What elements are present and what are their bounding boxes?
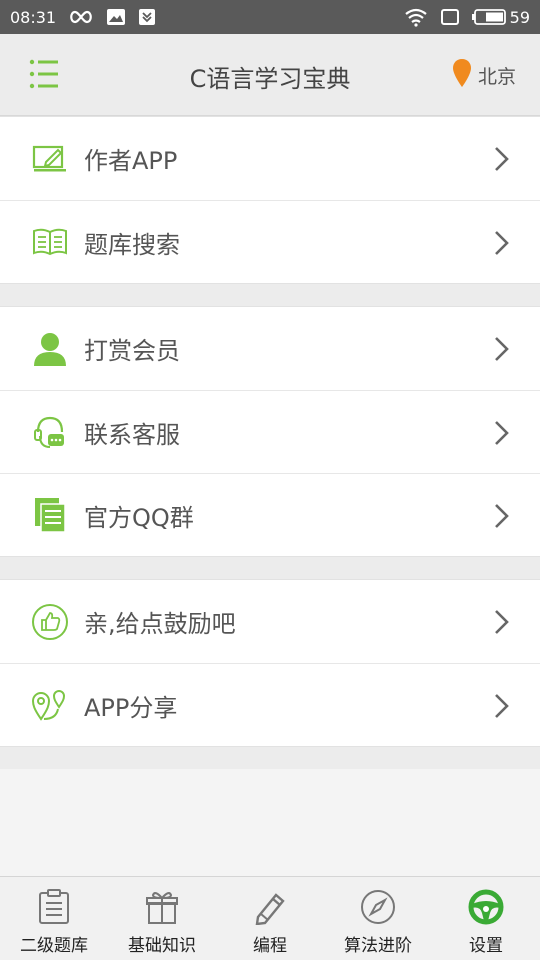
chevron-right-icon bbox=[492, 608, 512, 636]
shield-notification-icon bbox=[138, 8, 156, 26]
menu-item-label: APP分享 bbox=[84, 693, 178, 722]
chevron-right-icon bbox=[492, 502, 512, 530]
tab-settings[interactable]: 设置 bbox=[432, 877, 540, 960]
section-divider bbox=[0, 557, 540, 579]
wifi-icon bbox=[404, 7, 428, 27]
tab-level2-questions[interactable]: 二级题库 bbox=[0, 877, 108, 960]
app-header: C语言学习宝典 北京 bbox=[0, 34, 540, 116]
section-divider bbox=[0, 284, 540, 306]
menu-group-2: 打赏会员 联系客服 官方QQ群 bbox=[0, 306, 540, 557]
tab-label: 编程 bbox=[253, 936, 287, 956]
compass-icon bbox=[358, 887, 398, 927]
tab-basics[interactable]: 基础知识 bbox=[108, 877, 216, 960]
user-icon bbox=[30, 329, 70, 369]
tab-label: 算法进阶 bbox=[344, 936, 412, 956]
menu-group-3: 亲,给点鼓励吧 APP分享 bbox=[0, 579, 540, 747]
chevron-right-icon bbox=[492, 692, 512, 720]
menu-group-1: 作者APP 题库搜索 bbox=[0, 116, 540, 284]
open-book-icon bbox=[30, 222, 70, 262]
sim-card-icon bbox=[440, 8, 460, 26]
location-pin-icon bbox=[452, 58, 472, 93]
gift-icon bbox=[142, 887, 182, 927]
chevron-right-icon bbox=[492, 419, 512, 447]
menu-item-label: 亲,给点鼓励吧 bbox=[84, 610, 236, 638]
share-location-icon bbox=[30, 685, 70, 725]
status-bar: 08:31 59 bbox=[0, 0, 540, 34]
documents-icon bbox=[30, 495, 70, 535]
menu-item-question-search[interactable]: 题库搜索 bbox=[0, 200, 540, 283]
chevron-right-icon bbox=[492, 229, 512, 257]
location-selector[interactable]: 北京 bbox=[452, 58, 516, 93]
battery-level: 59 bbox=[509, 7, 530, 27]
menu-item-label: 作者APP bbox=[84, 147, 178, 175]
clipboard-icon bbox=[34, 887, 74, 927]
chevron-right-icon bbox=[492, 335, 512, 363]
chevron-right-icon bbox=[492, 145, 512, 173]
menu-item-label: 联系客服 bbox=[84, 420, 180, 449]
edit-box-icon bbox=[30, 139, 70, 179]
menu-item-encourage[interactable]: 亲,给点鼓励吧 bbox=[0, 580, 540, 663]
thumbs-up-icon bbox=[30, 602, 70, 642]
menu-item-qq-group[interactable]: 官方QQ群 bbox=[0, 473, 540, 556]
settings-list: 作者APP 题库搜索 打赏会员 联系客服 官方QQ群 亲,给点鼓励吧 APP分享 bbox=[0, 116, 540, 769]
infinity-icon bbox=[68, 10, 94, 24]
menu-item-author-app[interactable]: 作者APP bbox=[0, 117, 540, 200]
pencil-icon bbox=[250, 887, 290, 927]
location-label: 北京 bbox=[477, 66, 516, 88]
tab-programming[interactable]: 编程 bbox=[216, 877, 324, 960]
status-time: 08:31 bbox=[10, 7, 57, 27]
image-notification-icon bbox=[106, 8, 126, 26]
menu-item-label: 题库搜索 bbox=[84, 230, 180, 259]
menu-item-customer-service[interactable]: 联系客服 bbox=[0, 390, 540, 473]
tab-algorithms[interactable]: 算法进阶 bbox=[324, 877, 432, 960]
customer-service-icon bbox=[30, 412, 70, 452]
menu-item-label: 打赏会员 bbox=[84, 337, 180, 365]
tab-label: 设置 bbox=[469, 936, 503, 956]
section-divider bbox=[0, 747, 540, 769]
menu-item-reward-member[interactable]: 打赏会员 bbox=[0, 307, 540, 390]
tab-label: 二级题库 bbox=[20, 936, 88, 956]
steering-wheel-icon bbox=[466, 887, 506, 927]
menu-item-app-share[interactable]: APP分享 bbox=[0, 663, 540, 746]
bottom-navigation: 二级题库 基础知识 编程 算法进阶 设置 bbox=[0, 876, 540, 960]
tab-label: 基础知识 bbox=[128, 936, 196, 956]
menu-item-label: 官方QQ群 bbox=[84, 503, 194, 532]
battery-icon bbox=[471, 9, 506, 25]
